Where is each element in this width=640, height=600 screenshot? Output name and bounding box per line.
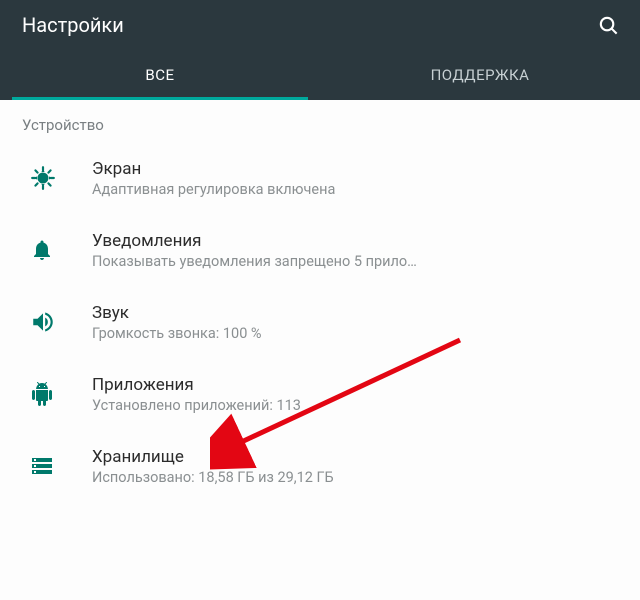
tab-support-label: ПОДДЕРЖКА [431, 66, 530, 84]
tab-all[interactable]: ВСЕ [0, 50, 320, 100]
settings-item-subtitle: Использовано: 18,58 ГБ из 29,12 ГБ [92, 469, 618, 486]
settings-item-subtitle: Показывать уведомления запрещено 5 прило… [92, 253, 618, 270]
tab-support[interactable]: ПОДДЕРЖКА [320, 50, 640, 100]
search-icon [597, 14, 620, 37]
settings-item-title: Хранилище [92, 447, 618, 467]
settings-item-apps[interactable]: Приложения Установлено приложений: 113 [0, 358, 640, 430]
storage-icon [30, 454, 92, 478]
android-icon [30, 382, 92, 406]
settings-item-subtitle: Установлено приложений: 113 [92, 397, 618, 414]
settings-item-title: Звук [92, 303, 618, 323]
settings-item-storage[interactable]: Хранилище Использовано: 18,58 ГБ из 29,1… [0, 430, 640, 502]
tabs: ВСЕ ПОДДЕРЖКА [0, 50, 640, 100]
content: Устройство Экран Адаптивная регулировка … [0, 100, 640, 502]
page-title: Настройки [22, 13, 594, 37]
volume-icon [30, 309, 92, 335]
tab-all-label: ВСЕ [145, 66, 174, 84]
bell-icon [30, 238, 92, 262]
settings-item-display[interactable]: Экран Адаптивная регулировка включена [0, 142, 640, 214]
search-button[interactable] [594, 11, 622, 39]
settings-item-title: Экран [92, 159, 618, 179]
settings-item-sound[interactable]: Звук Громкость звонка: 100 % [0, 286, 640, 358]
settings-item-notifications[interactable]: Уведомления Показывать уведомления запре… [0, 214, 640, 286]
settings-item-subtitle: Адаптивная регулировка включена [92, 181, 618, 198]
brightness-icon [30, 165, 92, 191]
settings-item-subtitle: Громкость звонка: 100 % [92, 325, 618, 342]
section-header-device: Устройство [0, 100, 640, 142]
settings-item-title: Приложения [92, 375, 618, 395]
app-bar: Настройки [0, 0, 640, 50]
settings-item-title: Уведомления [92, 231, 618, 251]
